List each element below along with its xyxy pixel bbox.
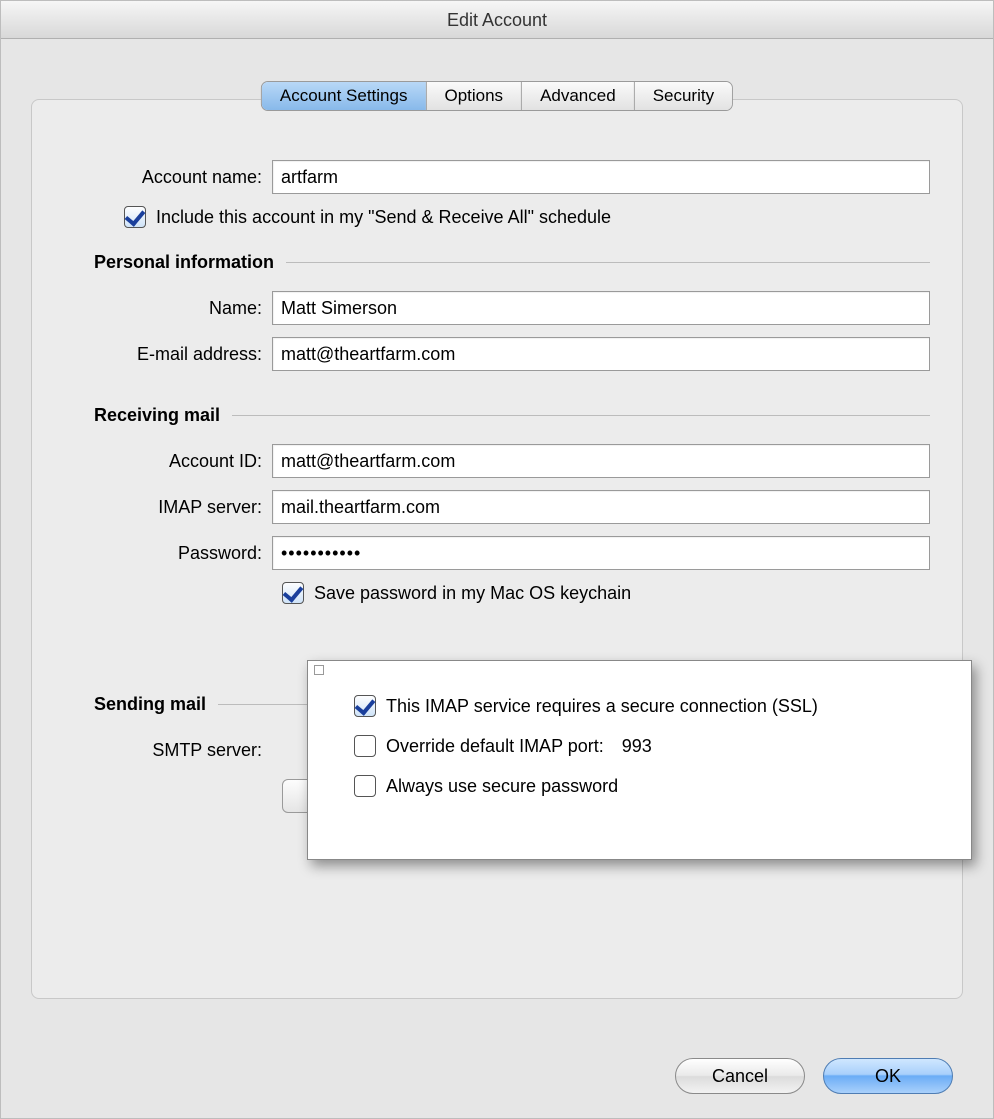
tab-security[interactable]: Security <box>635 82 732 110</box>
edit-account-window: Edit Account Account Settings Options Ad… <box>0 0 994 1119</box>
password-label: Password: <box>64 543 272 564</box>
password-input[interactable] <box>272 536 930 570</box>
tab-bar: Account Settings Options Advanced Securi… <box>261 81 733 111</box>
secure-password-checkbox[interactable] <box>354 775 376 797</box>
sending-mail-heading: Sending mail <box>94 694 206 715</box>
imap-server-label: IMAP server: <box>64 497 272 518</box>
window-title: Edit Account <box>1 1 993 39</box>
name-input[interactable] <box>272 291 930 325</box>
receiving-mail-heading: Receiving mail <box>94 405 220 426</box>
account-id-input[interactable] <box>272 444 930 478</box>
content-pane: Account name: Include this account in my… <box>31 99 963 999</box>
name-label: Name: <box>64 298 272 319</box>
imap-advanced-popup: This IMAP service requires a secure conn… <box>307 660 972 860</box>
cancel-button[interactable]: Cancel <box>675 1058 805 1094</box>
tab-options[interactable]: Options <box>426 82 522 110</box>
dialog-buttons: Cancel OK <box>675 1058 953 1094</box>
secure-password-label: Always use secure password <box>386 776 618 797</box>
popup-handle-icon[interactable] <box>314 665 324 675</box>
smtp-server-label: SMTP server: <box>64 740 272 761</box>
save-keychain-checkbox[interactable] <box>282 582 304 604</box>
include-schedule-label: Include this account in my "Send & Recei… <box>156 207 611 228</box>
account-id-label: Account ID: <box>64 451 272 472</box>
divider <box>232 415 930 416</box>
ssl-label: This IMAP service requires a secure conn… <box>386 696 818 717</box>
tab-advanced[interactable]: Advanced <box>522 82 635 110</box>
ssl-checkbox[interactable] <box>354 695 376 717</box>
tab-account-settings[interactable]: Account Settings <box>262 82 427 110</box>
email-input[interactable] <box>272 337 930 371</box>
save-keychain-label: Save password in my Mac OS keychain <box>314 583 631 604</box>
override-port-checkbox[interactable] <box>354 735 376 757</box>
divider <box>286 262 930 263</box>
account-name-input[interactable] <box>272 160 930 194</box>
ok-button[interactable]: OK <box>823 1058 953 1094</box>
imap-port-input[interactable] <box>616 731 722 761</box>
personal-info-heading: Personal information <box>94 252 274 273</box>
include-schedule-checkbox[interactable] <box>124 206 146 228</box>
override-port-label: Override default IMAP port: <box>386 736 604 757</box>
account-name-label: Account name: <box>64 167 272 188</box>
email-label: E-mail address: <box>64 344 272 365</box>
imap-server-input[interactable] <box>272 490 930 524</box>
